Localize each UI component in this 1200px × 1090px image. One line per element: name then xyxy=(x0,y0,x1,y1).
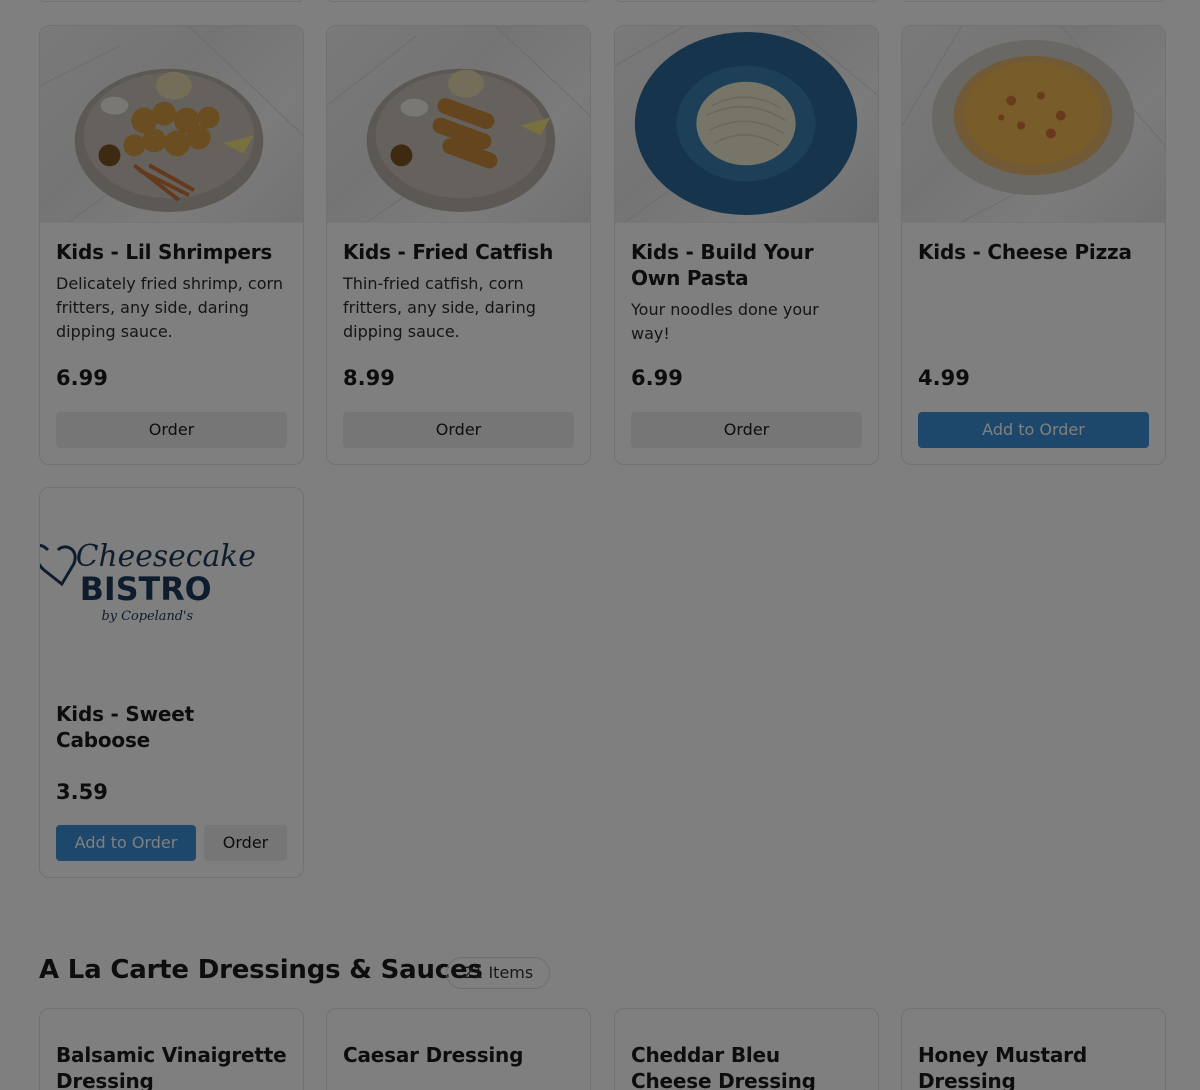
modal-backdrop[interactable] xyxy=(0,0,1200,1090)
menu-page: Kids - Lil Shrimpers Delicately fried sh… xyxy=(0,0,1200,1090)
